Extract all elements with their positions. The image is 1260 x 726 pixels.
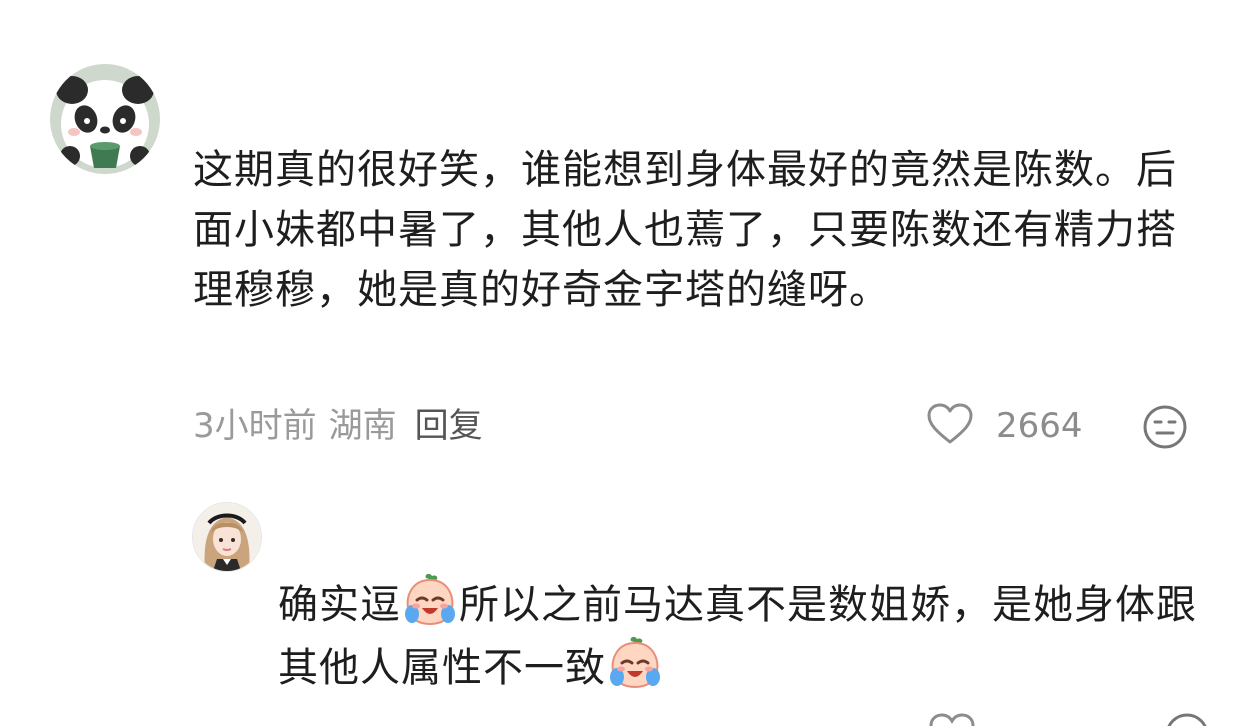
like-count: 2664 (996, 406, 1083, 446)
reply-text-part1: 确实逗 (278, 582, 401, 628)
reply-text: 确实逗 所以之前马达真不是数姐娇，是她身体跟其他人属性不一致 (278, 572, 1198, 698)
comment-location: 湖南 (328, 406, 397, 446)
panda-avatar-icon[interactable] (50, 64, 160, 174)
reply-meta-cutoff (278, 706, 1260, 726)
crying-peach-emoji-icon (402, 572, 458, 628)
girl-avatar-icon[interactable] (192, 502, 262, 572)
reply-button[interactable]: 回复 (415, 406, 483, 446)
neutral-face-icon[interactable] (1142, 404, 1188, 450)
heart-icon[interactable] (926, 402, 974, 450)
heart-icon[interactable] (928, 712, 976, 726)
like-button[interactable]: 2664 (926, 402, 1083, 450)
comment-meta: 3小时前 湖南 回复 (193, 404, 483, 448)
comment-time: 3小时前 (193, 406, 317, 446)
neutral-face-icon[interactable] (1164, 712, 1210, 726)
comment-text: 这期真的很好笑，谁能想到身体最好的竟然是陈数。后面小妹都中暑了，其他人也蔫了，只… (193, 147, 1177, 313)
crying-peach-emoji-icon (607, 635, 663, 691)
